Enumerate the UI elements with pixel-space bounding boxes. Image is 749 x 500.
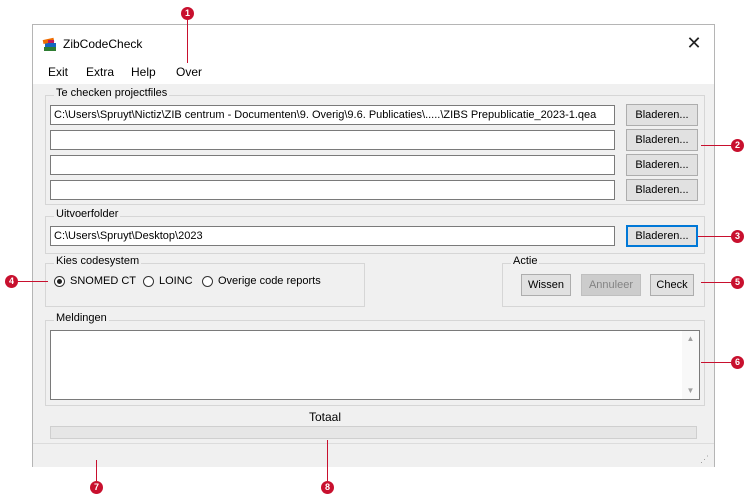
projectfile-path-4[interactable]	[50, 180, 615, 200]
projectfiles-group: Te checken projectfiles C:\Users\Spruyt\…	[45, 87, 705, 205]
menu-extra[interactable]: Extra	[86, 65, 114, 79]
callout-8: 8	[321, 481, 334, 494]
status-bar: ⋰	[33, 443, 714, 467]
callout-line-8	[327, 440, 328, 481]
close-icon: ✕	[686, 33, 702, 53]
callout-line-7	[96, 460, 97, 481]
menu-exit[interactable]: Exit	[48, 65, 68, 79]
radio-loinc-label: LOINC	[159, 275, 193, 287]
radio-loinc[interactable]: LOINC	[143, 275, 193, 287]
clear-button[interactable]: Wissen	[521, 274, 571, 296]
callout-line-2	[701, 145, 731, 146]
codesystem-label: Kies codesystem	[54, 255, 142, 267]
output-folder-field[interactable]: C:\Users\Spruyt\Desktop\2023	[50, 226, 615, 246]
projectfile-path-1[interactable]: C:\Users\Spruyt\Nictiz\ZIB centrum - Doc…	[50, 105, 615, 125]
output-browse-button[interactable]: Bladeren...	[626, 225, 698, 247]
close-button[interactable]: ✕	[674, 25, 714, 62]
browse-button-3[interactable]: Bladeren...	[626, 154, 698, 176]
messages-group: Meldingen ▲ ▼	[45, 312, 705, 406]
radio-indicator	[143, 275, 154, 287]
app-window: ZibCodeCheck ✕ Exit Extra Help Over Te c…	[32, 24, 715, 467]
codesystem-group: Kies codesystem SNOMED CT LOINC Overige …	[45, 255, 365, 307]
messages-scrollbar[interactable]: ▲ ▼	[682, 331, 699, 399]
output-group: Uitvoerfolder C:\Users\Spruyt\Desktop\20…	[45, 208, 705, 254]
progress-bar	[50, 426, 697, 439]
radio-indicator	[54, 275, 65, 287]
window-title: ZibCodeCheck	[63, 37, 143, 51]
callout-5: 5	[731, 276, 744, 289]
actie-group: Actie Wissen Annuleer Check	[502, 255, 705, 307]
projectfile-path-2[interactable]	[50, 130, 615, 150]
browse-button-2[interactable]: Bladeren...	[626, 129, 698, 151]
check-button[interactable]: Check	[650, 274, 694, 296]
menu-bar: Exit Extra Help Over	[33, 62, 714, 84]
callout-line-1	[187, 19, 188, 63]
stacked-books-icon	[42, 37, 56, 51]
menu-over[interactable]: Over	[176, 65, 202, 79]
callout-6: 6	[731, 356, 744, 369]
cancel-button[interactable]: Annuleer	[581, 274, 641, 296]
callout-line-4	[17, 281, 48, 282]
messages-textarea[interactable]: ▲ ▼	[50, 330, 700, 400]
callout-1: 1	[181, 7, 194, 20]
radio-indicator	[202, 275, 213, 287]
radio-snomed[interactable]: SNOMED CT	[54, 275, 136, 287]
scroll-up-icon[interactable]: ▲	[682, 332, 699, 346]
callout-4: 4	[5, 275, 18, 288]
callout-line-5	[701, 282, 731, 283]
title-bar: ZibCodeCheck ✕	[33, 25, 714, 62]
progress-label: Totaal	[309, 410, 342, 424]
output-label: Uitvoerfolder	[54, 208, 121, 220]
browse-button-1[interactable]: Bladeren...	[626, 104, 698, 126]
radio-overige[interactable]: Overige code reports	[202, 275, 321, 287]
callout-7: 7	[90, 481, 103, 494]
radio-overige-label: Overige code reports	[218, 275, 321, 287]
projectfile-path-3[interactable]	[50, 155, 615, 175]
browse-button-4[interactable]: Bladeren...	[626, 179, 698, 201]
messages-label: Meldingen	[54, 312, 109, 324]
scroll-down-icon[interactable]: ▼	[682, 384, 699, 398]
projectfiles-label: Te checken projectfiles	[54, 87, 170, 99]
callout-line-6	[701, 362, 731, 363]
menu-help[interactable]: Help	[131, 65, 156, 79]
callout-3: 3	[731, 230, 744, 243]
resize-grip-icon[interactable]: ⋰	[700, 453, 712, 465]
callout-2: 2	[731, 139, 744, 152]
actie-label: Actie	[511, 255, 540, 267]
radio-snomed-label: SNOMED CT	[70, 275, 136, 287]
callout-line-3	[698, 236, 731, 237]
